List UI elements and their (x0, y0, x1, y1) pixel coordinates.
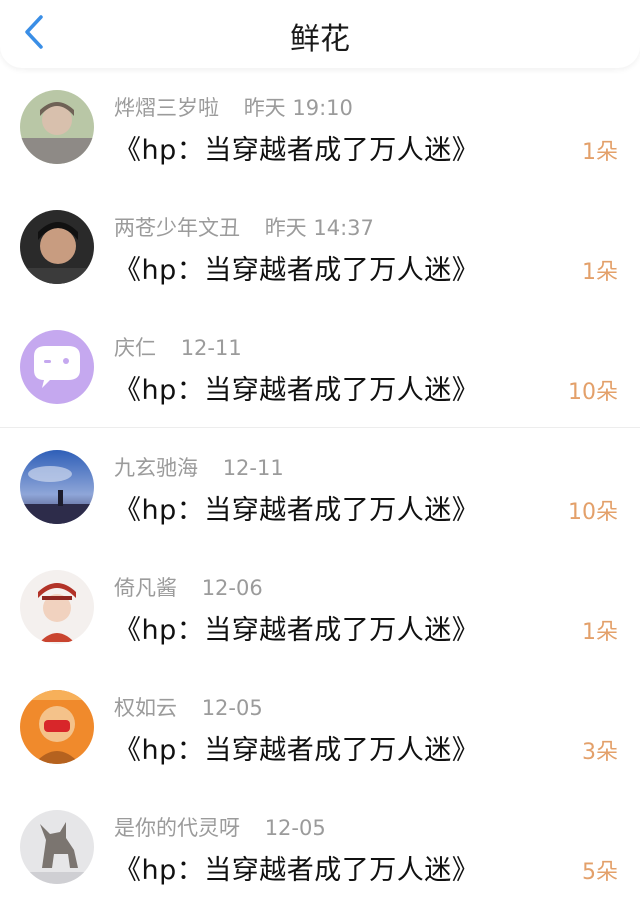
avatar[interactable] (20, 690, 94, 764)
flower-count: 1朵 (582, 260, 618, 285)
avatar[interactable] (20, 570, 94, 644)
avatar[interactable] (20, 90, 94, 164)
list-item[interactable]: 两苍少年文丑 昨天 14:37 《hp：当穿越者成了万人迷》 1朵 (0, 188, 640, 308)
user-name[interactable]: 九玄驰海 (114, 456, 198, 480)
item-meta: 倚凡酱 12-06 (114, 572, 263, 602)
book-title[interactable]: 《hp：当穿越者成了万人迷》 (114, 728, 479, 767)
list-item[interactable]: 是你的代灵呀 12-05 《hp：当穿越者成了万人迷》 5朵 (0, 788, 640, 903)
flower-count: 10朵 (568, 500, 618, 525)
avatar[interactable] (20, 210, 94, 284)
page-title: 鲜花 (290, 22, 350, 57)
avatar[interactable] (20, 450, 94, 524)
list-item[interactable]: 九玄驰海 12-11 《hp：当穿越者成了万人迷》 10朵 (0, 428, 640, 548)
user-name[interactable]: 倚凡酱 (114, 576, 177, 600)
item-meta: 烨熠三岁啦 昨天 19:10 (114, 92, 353, 122)
list-item[interactable]: 权如云 12-05 《hp：当穿越者成了万人迷》 3朵 (0, 668, 640, 788)
top-bar: 鲜花 (0, 0, 640, 68)
item-meta: 权如云 12-05 (114, 692, 263, 722)
item-meta: 庆仁 12-11 (114, 332, 242, 362)
flower-count: 1朵 (582, 140, 618, 165)
flower-list: 烨熠三岁啦 昨天 19:10 《hp：当穿越者成了万人迷》 1朵 两苍少年文丑 … (0, 68, 640, 903)
timestamp: 昨天 14:37 (264, 216, 374, 240)
user-name[interactable]: 烨熠三岁啦 (114, 96, 219, 120)
user-name[interactable]: 是你的代灵呀 (114, 816, 240, 840)
avatar[interactable] (20, 330, 94, 404)
avatar[interactable] (20, 810, 94, 884)
user-name[interactable]: 两苍少年文丑 (114, 216, 240, 240)
book-title[interactable]: 《hp：当穿越者成了万人迷》 (114, 488, 479, 527)
item-meta: 两苍少年文丑 昨天 14:37 (114, 212, 374, 242)
book-title[interactable]: 《hp：当穿越者成了万人迷》 (114, 248, 479, 287)
flower-count: 5朵 (582, 860, 618, 885)
book-title[interactable]: 《hp：当穿越者成了万人迷》 (114, 608, 479, 647)
list-item[interactable]: 倚凡酱 12-06 《hp：当穿越者成了万人迷》 1朵 (0, 548, 640, 668)
item-meta: 九玄驰海 12-11 (114, 452, 284, 482)
timestamp: 12-06 (201, 576, 263, 600)
timestamp: 昨天 19:10 (243, 96, 353, 120)
flower-count: 10朵 (568, 380, 618, 405)
timestamp: 12-11 (180, 336, 242, 360)
timestamp: 12-05 (264, 816, 326, 840)
timestamp: 12-05 (201, 696, 263, 720)
timestamp: 12-11 (222, 456, 284, 480)
list-item[interactable]: 烨熠三岁啦 昨天 19:10 《hp：当穿越者成了万人迷》 1朵 (0, 68, 640, 188)
book-title[interactable]: 《hp：当穿越者成了万人迷》 (114, 368, 479, 407)
book-title[interactable]: 《hp：当穿越者成了万人迷》 (114, 848, 479, 887)
flower-count: 3朵 (582, 740, 618, 765)
book-title[interactable]: 《hp：当穿越者成了万人迷》 (114, 128, 479, 167)
user-name[interactable]: 庆仁 (114, 336, 156, 360)
user-name[interactable]: 权如云 (114, 696, 177, 720)
item-meta: 是你的代灵呀 12-05 (114, 812, 326, 842)
list-item[interactable]: 庆仁 12-11 《hp：当穿越者成了万人迷》 10朵 (0, 308, 640, 428)
flower-count: 1朵 (582, 620, 618, 645)
